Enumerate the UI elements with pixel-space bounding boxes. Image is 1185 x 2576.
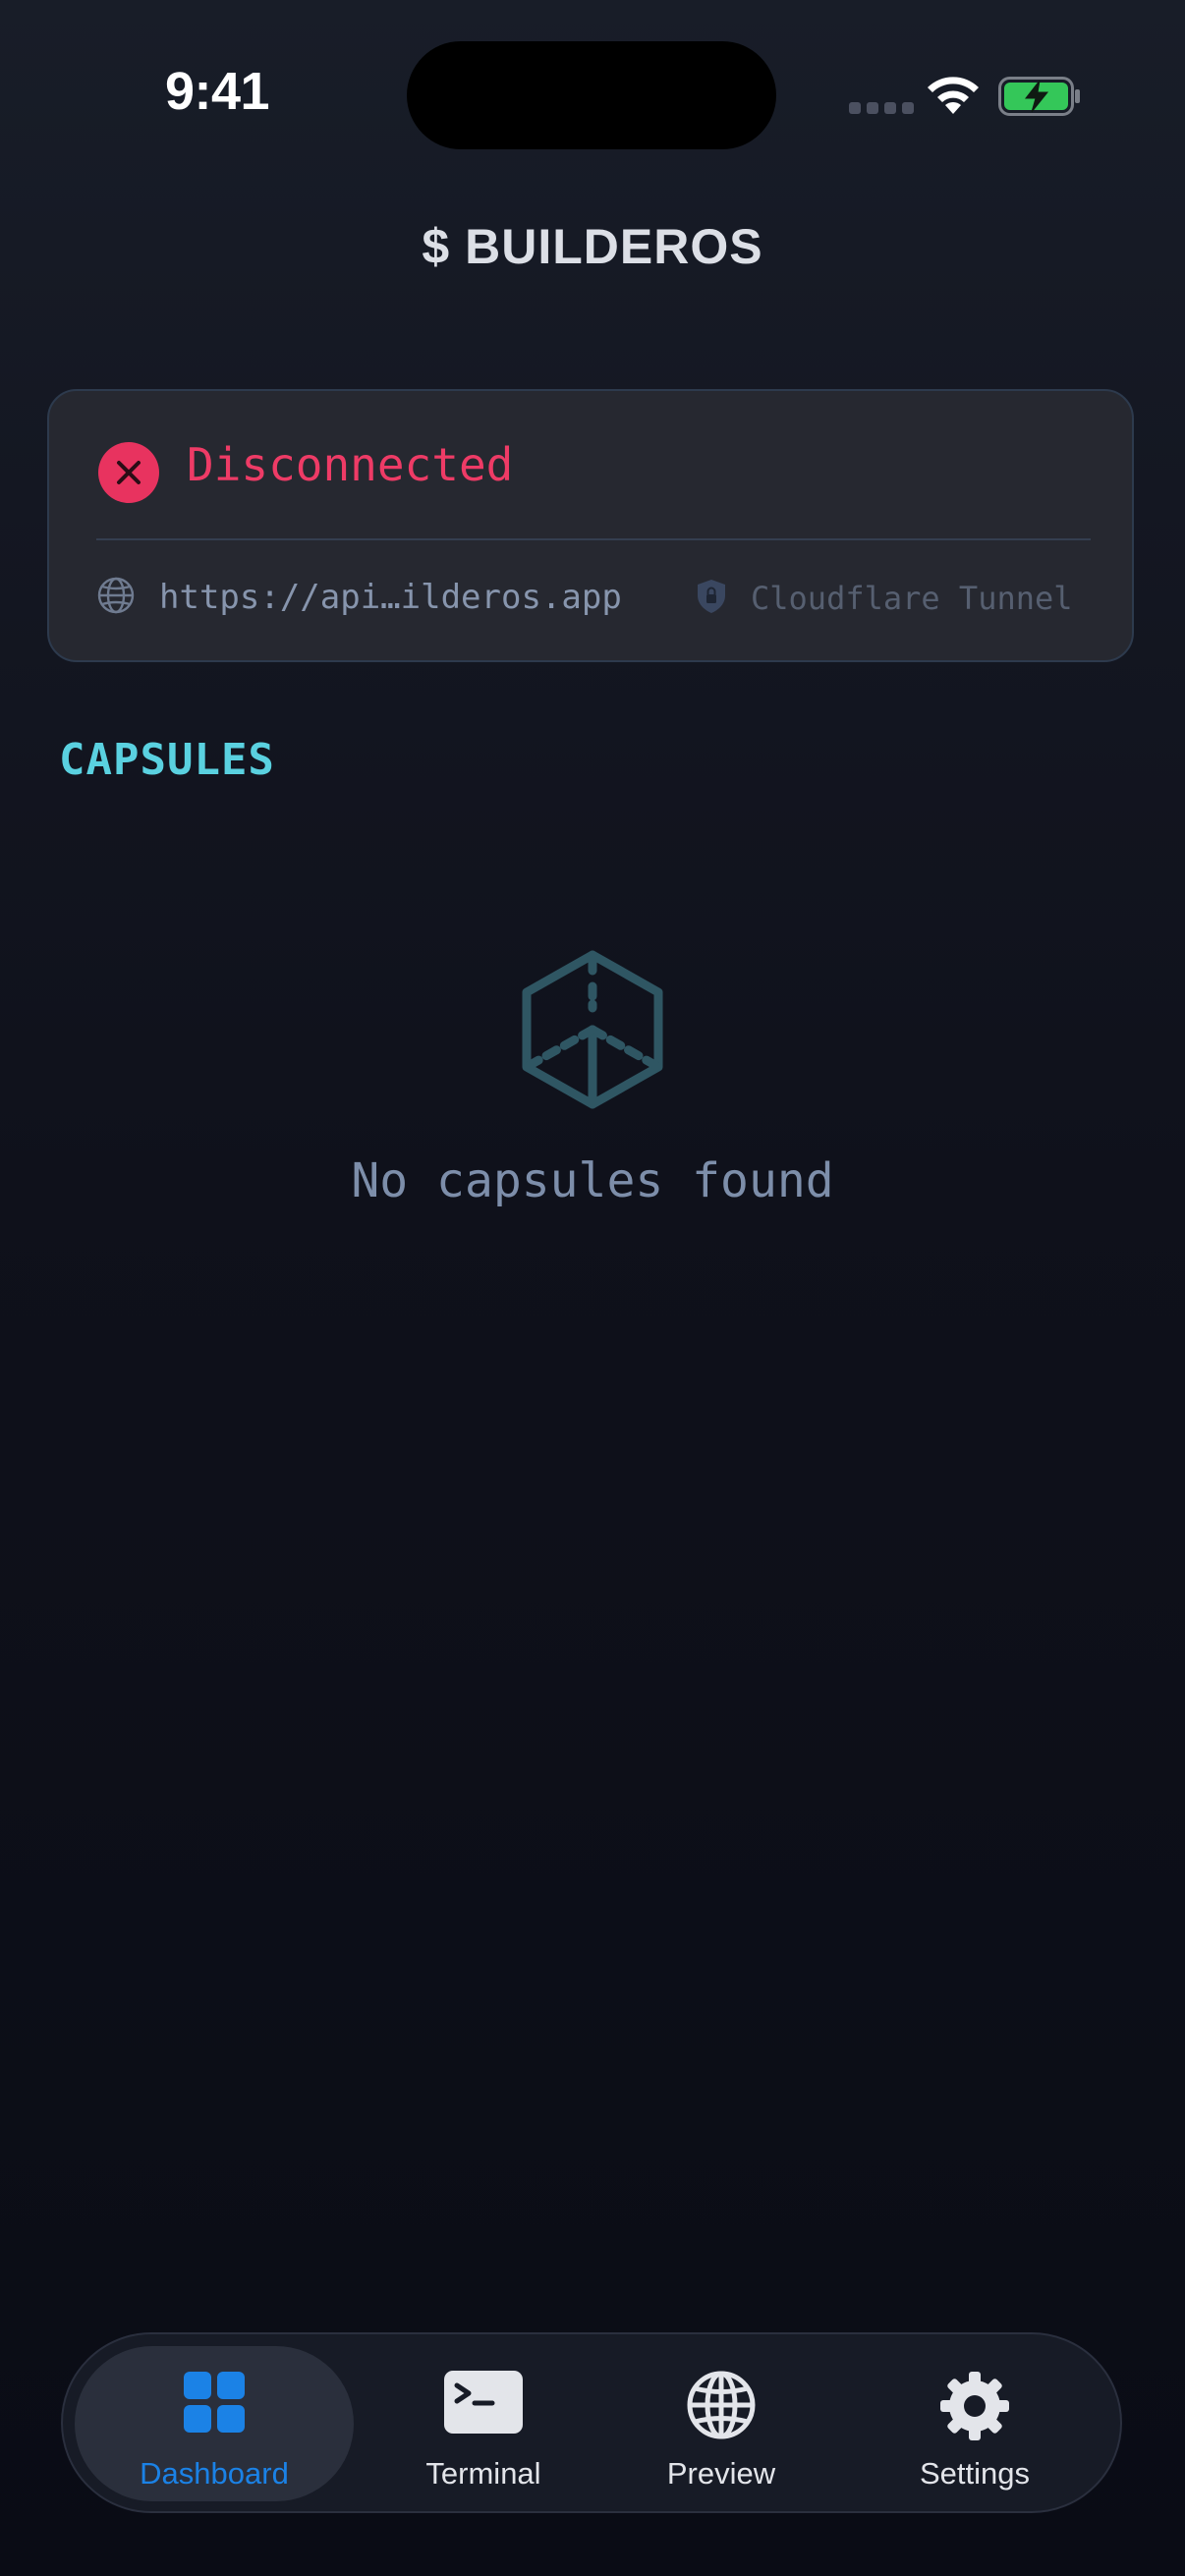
connection-card[interactable]: Disconnected https://api…ilderos.app Clo…: [47, 389, 1134, 662]
grid-icon: [184, 2372, 245, 2433]
divider: [96, 538, 1091, 540]
globe-icon: [97, 577, 135, 614]
cellular-signal-icon: [849, 102, 914, 114]
tab-label: Preview: [666, 2456, 776, 2491]
tab-bar: Dashboard Terminal Preview Settings: [61, 2332, 1122, 2513]
terminal-icon: [444, 2371, 523, 2434]
app-title: $ BUILDEROS: [422, 219, 763, 274]
tab-settings[interactable]: Settings: [867, 2346, 1083, 2501]
globe-icon: [687, 2371, 756, 2439]
shield-icon: [698, 580, 725, 613]
tab-label: Terminal: [425, 2456, 541, 2491]
tab-preview[interactable]: Preview: [613, 2346, 829, 2501]
battery-charging-icon: [998, 77, 1080, 116]
tab-label: Settings: [919, 2456, 1030, 2491]
dynamic-island: [407, 41, 776, 149]
server-url: https://api…ilderos.app: [159, 578, 622, 617]
tunnel-label: Cloudflare Tunnel: [751, 580, 1073, 617]
connection-status: Disconnected: [187, 438, 514, 491]
error-icon: [98, 442, 159, 503]
wifi-icon: [928, 77, 979, 114]
gear-icon: [940, 2372, 1009, 2440]
empty-message: No capsules found: [351, 1153, 834, 1208]
tab-terminal[interactable]: Terminal: [375, 2346, 592, 2501]
section-title-capsules: CAPSULES: [59, 735, 275, 785]
status-time: 9:41: [165, 62, 270, 121]
tab-dashboard[interactable]: Dashboard: [75, 2346, 354, 2501]
tab-label: Dashboard: [140, 2456, 289, 2491]
cube-icon: [522, 950, 663, 1109]
